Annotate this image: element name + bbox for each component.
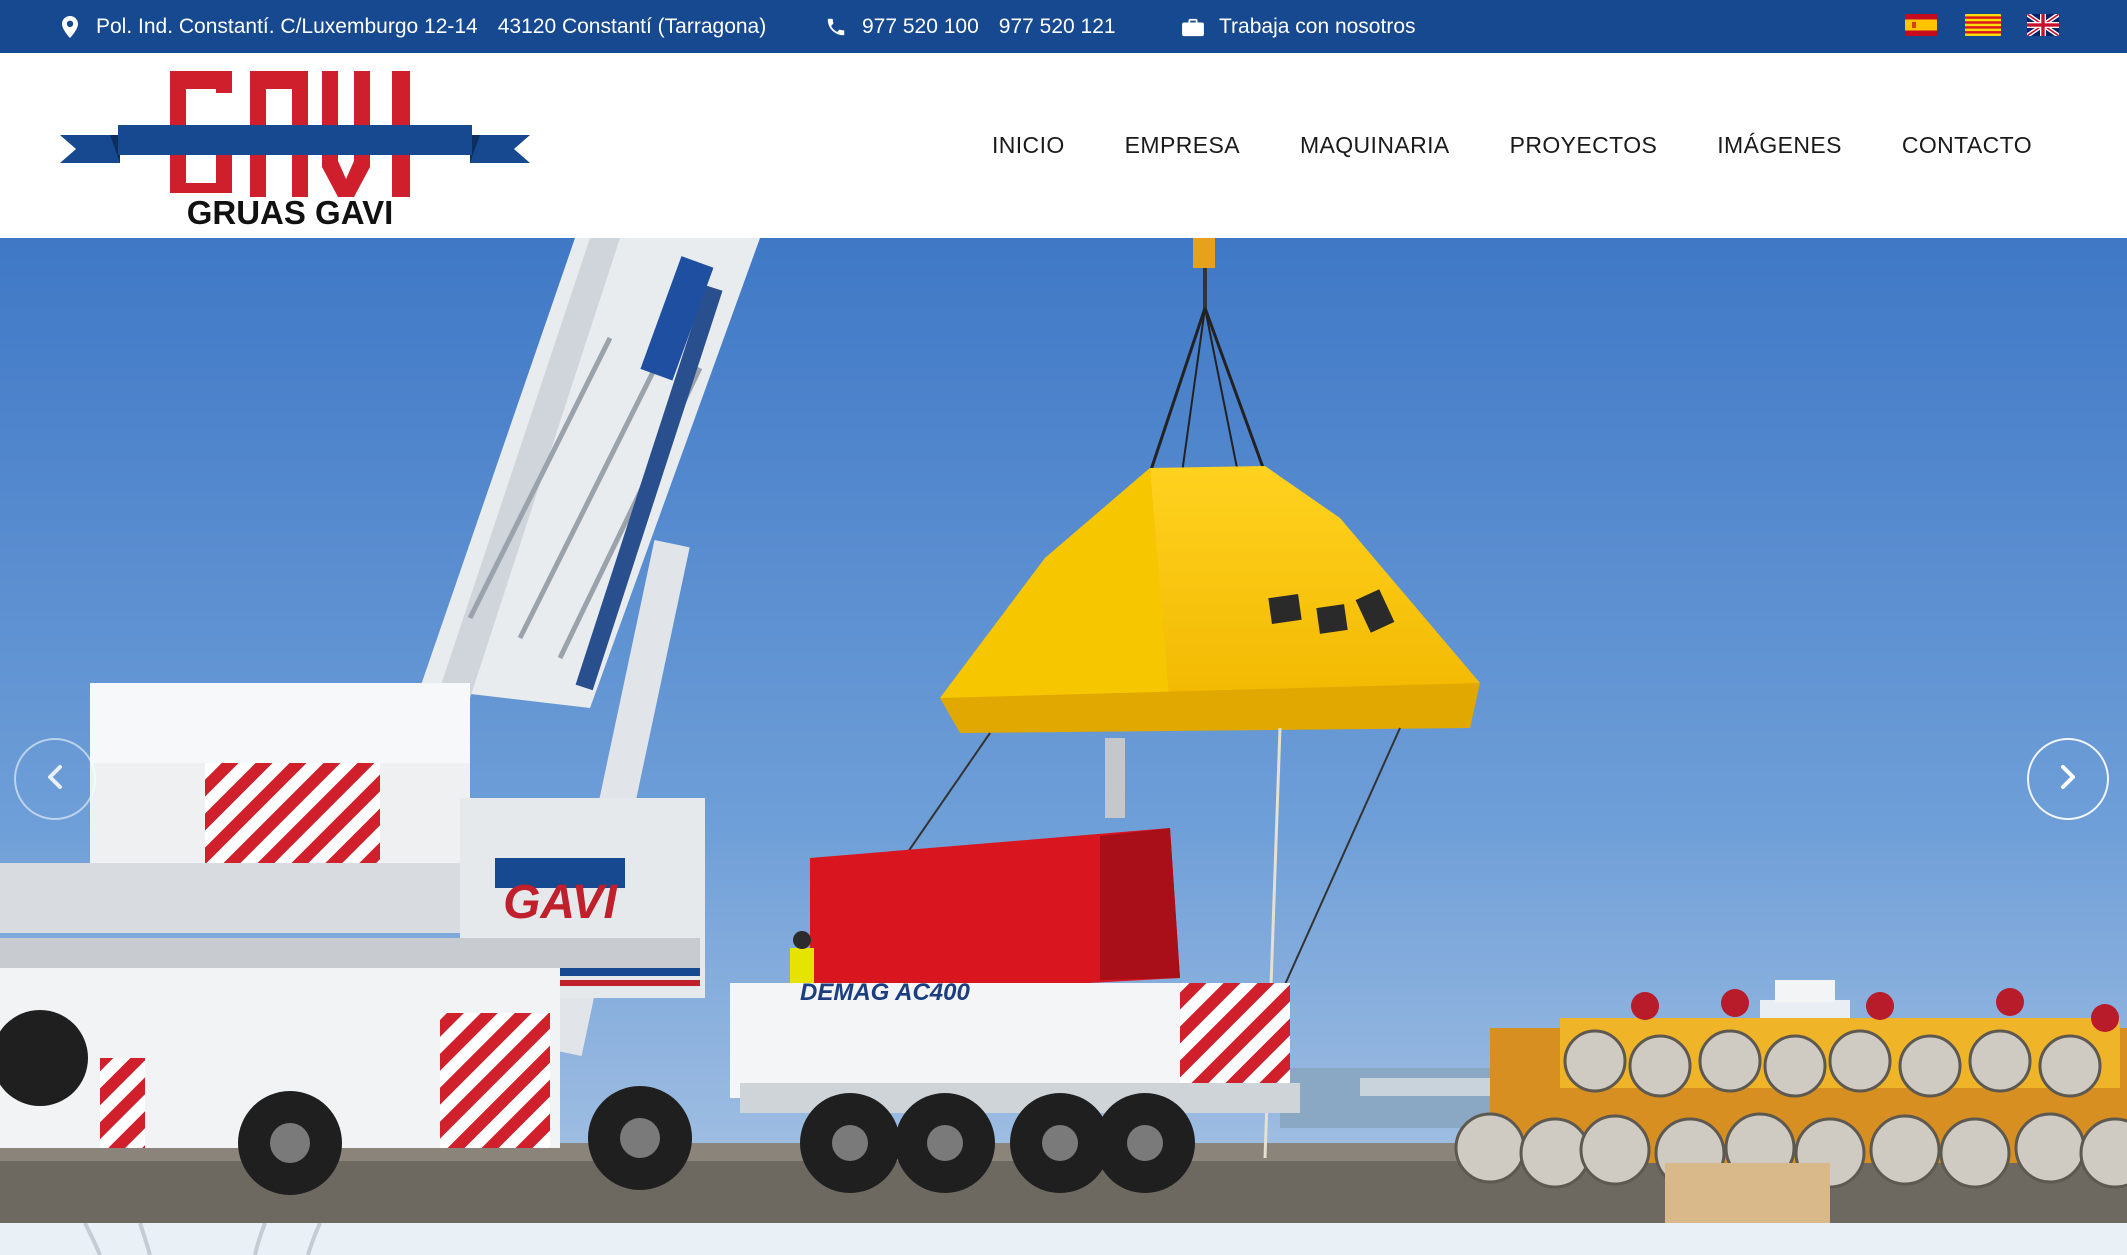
gavi-logo[interactable]: GRUAS GAVI (60, 65, 530, 231)
address-info: Pol. Ind. Constantí. C/Luxemburgo 12-14 … (58, 0, 766, 53)
next-section-preview (0, 1223, 2127, 1255)
crane-brand-text: GAVI (503, 876, 618, 929)
truck-model-text: DEMAG AC400 (800, 979, 970, 1006)
nav-item-empresa[interactable]: EMPRESA (1125, 132, 1240, 159)
map-marker-icon (58, 15, 82, 39)
spanish-flag-icon[interactable] (1905, 14, 1937, 36)
slider-prev-button[interactable] (14, 738, 96, 820)
nav-item-contacto[interactable]: CONTACTO (1902, 132, 2032, 159)
address-line-2: 43120 Constantí (Tarragona) (497, 14, 767, 38)
prev-arrow-icon (45, 764, 65, 795)
logo-wordmark: GRUAS GAVI (187, 194, 394, 230)
hero-image: GAVI DEMAG AC400 (0, 238, 2127, 1223)
catalan-flag-icon[interactable] (1965, 14, 2001, 36)
slider-next-button[interactable] (2027, 738, 2109, 820)
top-bar: Pol. Ind. Constantí. C/Luxemburgo 12-14 … (0, 0, 2127, 53)
nav-item-maquinaria[interactable]: MAQUINARIA (1300, 132, 1450, 159)
nav-item-inicio[interactable]: INICIO (992, 132, 1065, 159)
next-arrow-icon (2058, 764, 2078, 795)
jobs-link[interactable]: Trabaja con nosotros (1181, 0, 1416, 53)
phone-icon (824, 15, 848, 39)
phone-info: 977 520 100 977 520 121 (824, 0, 1116, 53)
jobs-link-label[interactable]: Trabaja con nosotros (1219, 15, 1416, 39)
briefcase-icon (1181, 15, 1205, 39)
nav-item-proyectos[interactable]: PROYECTOS (1510, 132, 1658, 159)
phone-number-2[interactable]: 977 520 121 (999, 15, 1116, 39)
phone-number-1[interactable]: 977 520 100 (862, 15, 979, 39)
site-header: GRUAS GAVI INICIO EMPRESA MAQUINARIA PRO… (0, 53, 2127, 238)
nav-item-imagenes[interactable]: IMÁGENES (1717, 132, 1842, 159)
uk-flag-icon[interactable] (2027, 14, 2059, 36)
address-line-1: Pol. Ind. Constantí. C/Luxemburgo 12-14 (96, 14, 478, 38)
hero-slider: GAVI DEMAG AC400 (0, 238, 2127, 1223)
main-navigation: INICIO EMPRESA MAQUINARIA PROYECTOS IMÁG… (992, 53, 2032, 238)
